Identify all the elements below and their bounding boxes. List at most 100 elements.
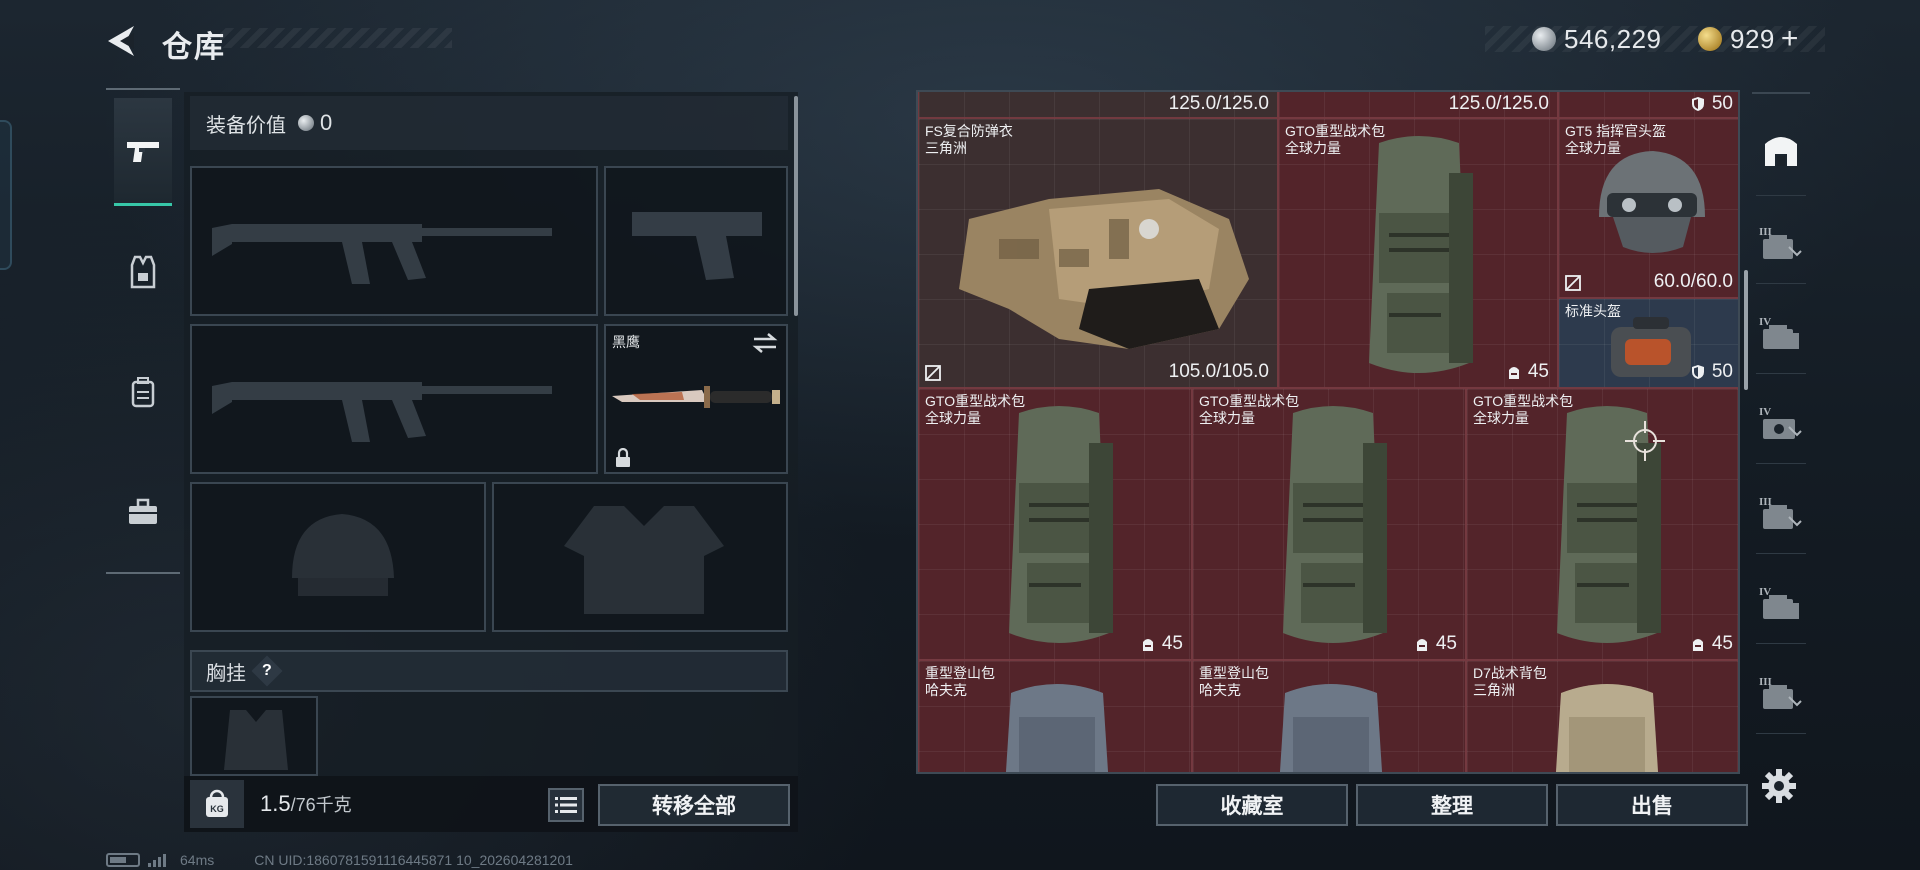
storage-page-tab-2[interactable]: IV [1756, 294, 1806, 374]
tab-weapons[interactable] [114, 98, 172, 206]
item-armor: 50 [1690, 361, 1733, 383]
storage-item-mountain-pack[interactable]: 重型登山包 哈夫克 [918, 660, 1192, 772]
storage-page-tab-4[interactable]: III [1756, 474, 1806, 554]
storage-item-armor-vest[interactable]: FS复合防弹衣 三角洲 105.0/105.0 [918, 118, 1278, 388]
capacity-icon [1508, 367, 1519, 379]
backpack-art-icon [1369, 136, 1473, 373]
storage-item-standard-helmet[interactable]: 标准头盔 50 [1558, 298, 1738, 388]
chest-rig-slot[interactable] [190, 696, 318, 776]
item-name: D7战术背包 [1473, 665, 1547, 681]
item-brand: 三角洲 [925, 140, 967, 156]
shield-icon [1691, 365, 1704, 379]
storage-page-tab-6[interactable]: III [1756, 654, 1806, 734]
weight-icon: KG [190, 780, 244, 828]
no-repair-icon [1565, 275, 1581, 291]
item-capacity: 45 [1690, 633, 1733, 655]
capacity-icon [1692, 639, 1703, 651]
storage-cell-partial[interactable]: 50 [1558, 92, 1738, 118]
storage-item-helmet[interactable]: GT5 指挥官头盔 全球力量 60.0/60.0 [1558, 118, 1738, 298]
item-brand: 全球力量 [1473, 410, 1529, 426]
backpack-art-icon [1005, 684, 1109, 772]
tab-armor[interactable] [114, 218, 172, 326]
storage-item-tactical-backpack[interactable]: D7战术背包 三角洲 [1466, 660, 1738, 772]
swap-icon[interactable] [752, 332, 778, 354]
tab-container[interactable] [114, 458, 172, 566]
weight-max: /76千克 [290, 795, 352, 815]
tab-backpack[interactable] [114, 338, 172, 446]
storage-item-backpack[interactable]: GTO重型战术包 全球力量 45 [1466, 388, 1738, 660]
backpack-art-icon [1009, 406, 1113, 643]
backpack-icon [131, 377, 155, 408]
collection-room-button[interactable]: 收藏室 [1156, 784, 1348, 826]
capacity-icon [1142, 639, 1153, 651]
organize-button[interactable]: 整理 [1356, 784, 1548, 826]
storage-page-tab-5[interactable]: IV [1756, 564, 1806, 644]
melee-slot[interactable]: 黑鹰 [604, 324, 788, 474]
warehouse-icon [1765, 136, 1797, 166]
no-repair-icon [925, 365, 941, 381]
primary-weapon-slot[interactable] [190, 166, 598, 316]
chest-rig-label: 胸挂 [206, 662, 246, 685]
item-name: FS复合防弹衣 [925, 123, 1013, 139]
gold-add-button[interactable]: + [1781, 22, 1799, 56]
left-edge-handle[interactable] [0, 120, 12, 270]
storage-item-backpack[interactable]: GTO重型战术包 全球力量 45 [1192, 388, 1466, 660]
storage-page-tab-1[interactable]: III [1756, 204, 1806, 284]
weight-current: 1.5 [260, 791, 291, 816]
helmet-art-icon [1599, 151, 1705, 253]
storage-scrollbar[interactable] [1744, 270, 1748, 390]
lock-icon [616, 448, 630, 467]
item-brand: 三角洲 [1473, 682, 1515, 698]
uid-text: CN UID:1860781591116445871 10_2026042812… [254, 852, 573, 868]
storage-item-mountain-pack[interactable]: 重型登山包 哈夫克 [1192, 660, 1466, 772]
gold-currency[interactable]: 929 + [1698, 22, 1799, 56]
item-durability: 60.0/60.0 [1653, 271, 1733, 292]
body-armor-slot[interactable] [492, 482, 788, 632]
sell-button[interactable]: 出售 [1556, 784, 1748, 826]
equipment-scrollbar[interactable] [794, 96, 798, 316]
item-brand: 哈夫克 [925, 682, 967, 698]
helmet-art-icon [1611, 317, 1691, 377]
storage-home-tab[interactable] [1756, 100, 1806, 196]
storage-item-backpack[interactable]: GTO重型战术包 全球力量 45 [1278, 118, 1558, 388]
item-capacity-value: 45 [1527, 361, 1549, 382]
pistol-slot[interactable] [604, 166, 788, 316]
kettlebell-icon: KG [206, 789, 228, 817]
rifle-silhouette-icon [212, 224, 552, 284]
pistol-icon [127, 141, 159, 162]
transfer-all-button[interactable]: 转移全部 [598, 784, 790, 826]
shield-icon [1691, 97, 1704, 111]
silver-coin-icon [1532, 27, 1556, 51]
armor-value: 50 [1711, 93, 1733, 114]
help-button[interactable]: ? [251, 655, 283, 687]
list-view-button[interactable] [548, 788, 584, 822]
gear-icon [1762, 769, 1796, 803]
list-icon [555, 797, 577, 813]
item-armor-value: 50 [1711, 361, 1733, 382]
back-button[interactable] [104, 22, 142, 60]
equipment-value: 0 [320, 110, 333, 135]
helmet-slot[interactable] [190, 482, 486, 632]
item-capacity-value: 45 [1161, 633, 1183, 654]
storage-box-icon: IV [1759, 406, 1802, 439]
storage-cell-partial[interactable]: 125.0/125.0 [1278, 92, 1558, 118]
equipment-value-label: 装备价值 [206, 114, 286, 137]
item-name: 重型登山包 [1199, 665, 1269, 681]
crosshair-icon [1625, 421, 1665, 461]
storage-cell-partial[interactable]: 125.0/125.0 [918, 92, 1278, 118]
gold-amount: 929 [1730, 23, 1775, 54]
chest-rig-header: 胸挂 ? [190, 650, 788, 692]
item-capacity: 45 [1140, 633, 1183, 655]
equipment-category-tabs [106, 88, 180, 574]
capacity-icon [1416, 639, 1427, 651]
storage-page-tab-3[interactable]: IV [1756, 384, 1806, 464]
settings-button[interactable] [1761, 768, 1797, 804]
secondary-weapon-slot[interactable] [190, 324, 598, 474]
backpack-art-icon [1279, 684, 1383, 772]
storage-item-backpack[interactable]: GTO重型战术包 全球力量 45 [918, 388, 1192, 660]
gold-coin-icon [1698, 27, 1722, 51]
armor-vest-icon [130, 255, 156, 289]
rifle-silhouette-icon [212, 382, 552, 442]
armor-value-display: 50 [1690, 93, 1733, 115]
vest-silhouette-icon [564, 506, 724, 614]
